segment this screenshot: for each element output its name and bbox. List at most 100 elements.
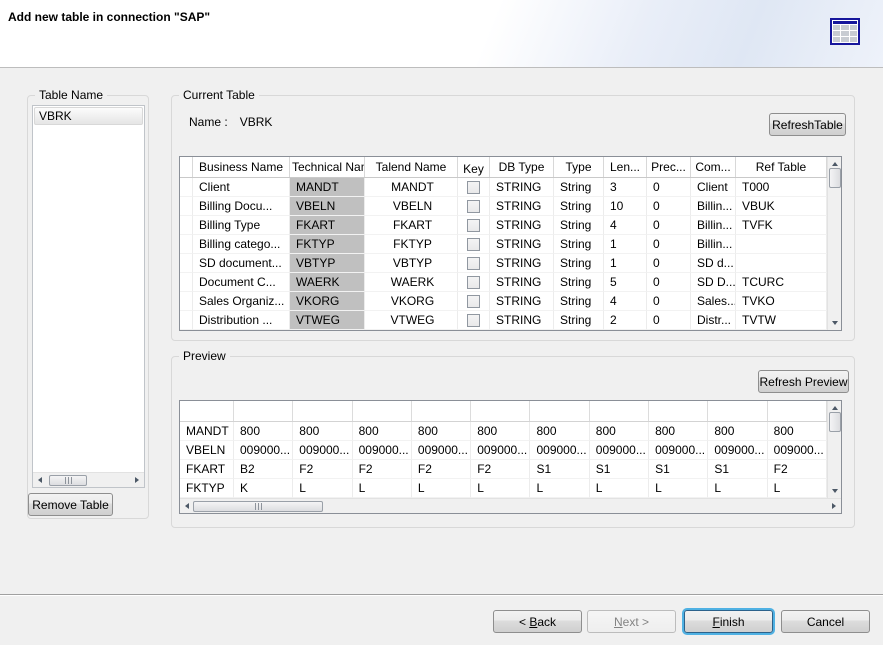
comment-cell: Sales...	[691, 292, 736, 311]
scroll-left-icon[interactable]	[38, 477, 42, 483]
preview-column-header	[590, 401, 649, 421]
column-header[interactable]: Talend Name	[365, 157, 458, 177]
scroll-left-icon[interactable]	[185, 503, 189, 509]
table-row[interactable]: ClientMANDTMANDTSTRINGString30ClientT000	[180, 178, 827, 197]
key-checkbox[interactable]	[467, 314, 480, 327]
preview-value-cell: L	[353, 479, 412, 498]
key-checkbox[interactable]	[467, 181, 480, 194]
scroll-up-icon[interactable]	[832, 162, 838, 166]
preview-row[interactable]: FKARTB2F2F2F2F2S1S1S1S1F2	[180, 460, 827, 479]
hscroll-thumb[interactable]	[49, 475, 87, 486]
column-header[interactable]: Com...	[691, 157, 736, 177]
comment-cell: Billin...	[691, 235, 736, 254]
list-item[interactable]: VBRK	[34, 107, 143, 125]
column-header[interactable]: Type	[554, 157, 604, 177]
preview-table-vscrollbar[interactable]	[827, 401, 841, 498]
preview-value-cell: 009000...	[768, 441, 827, 460]
scroll-down-icon[interactable]	[832, 489, 838, 493]
preview-value-cell: 800	[412, 422, 471, 441]
preview-column-header	[768, 401, 827, 421]
key-checkbox[interactable]	[467, 295, 480, 308]
table-name-list-hscrollbar[interactable]	[33, 472, 144, 487]
column-header[interactable]: Len...	[604, 157, 647, 177]
key-cell	[458, 235, 490, 254]
table-row[interactable]: Billing TypeFKARTFKARTSTRINGString40Bill…	[180, 216, 827, 235]
remove-table-button[interactable]: Remove Table	[28, 493, 113, 516]
row-header-cell	[180, 292, 193, 311]
length-cell: 4	[604, 216, 647, 235]
type-cell: String	[554, 178, 604, 197]
column-header[interactable]: Technical Name	[290, 157, 365, 177]
table-name-list[interactable]: VBRK	[32, 105, 145, 488]
preview-value-cell: 800	[471, 422, 530, 441]
column-header[interactable]: DB Type	[490, 157, 554, 177]
preview-field-name-cell: FKART	[180, 460, 234, 479]
row-header-cell	[180, 273, 193, 292]
business-name-cell: Document C...	[193, 273, 290, 292]
technical-name-cell: VBTYP	[290, 254, 365, 273]
key-checkbox[interactable]	[467, 276, 480, 289]
preview-value-cell: L	[530, 479, 589, 498]
preview-value-cell: 800	[353, 422, 412, 441]
preview-group-label: Preview	[179, 349, 230, 363]
row-header-cell	[180, 235, 193, 254]
preview-value-cell: 800	[234, 422, 293, 441]
table-row[interactable]: Sales Organiz...VKORGVKORGSTRINGString40…	[180, 292, 827, 311]
ref-table-cell: TVFK	[736, 216, 827, 235]
technical-name-cell: VTWEG	[290, 311, 365, 330]
preview-value-cell: 009000...	[590, 441, 649, 460]
column-header[interactable]: Business Name	[193, 157, 290, 177]
refresh-table-button[interactable]: RefreshTable	[769, 113, 846, 136]
wizard-header: Add new table in connection "SAP"	[0, 0, 883, 68]
column-header[interactable]: Ref Table	[736, 157, 827, 177]
scroll-right-icon[interactable]	[135, 477, 139, 483]
preview-table-header	[180, 401, 827, 422]
db-type-cell: STRING	[490, 273, 554, 292]
scroll-right-icon[interactable]	[832, 503, 836, 509]
preview-row[interactable]: FKTYPKLLLLLLLLL	[180, 479, 827, 498]
scroll-up-icon[interactable]	[832, 406, 838, 410]
vscroll-thumb[interactable]	[829, 412, 841, 432]
key-checkbox[interactable]	[467, 200, 480, 213]
table-row[interactable]: Billing catego...FKTYPFKTYPSTRINGString1…	[180, 235, 827, 254]
preview-value-cell: 009000...	[708, 441, 767, 460]
preview-value-cell: 009000...	[649, 441, 708, 460]
preview-table-hscrollbar[interactable]	[180, 498, 841, 513]
column-header[interactable]: Key	[458, 157, 490, 177]
type-cell: String	[554, 273, 604, 292]
comment-cell: Distr...	[691, 311, 736, 330]
back-button[interactable]: < Back	[493, 610, 582, 633]
vscroll-thumb[interactable]	[829, 168, 841, 188]
ref-table-cell: TVTW	[736, 311, 827, 330]
preview-field-name-cell: VBELN	[180, 441, 234, 460]
hscroll-thumb[interactable]	[193, 501, 323, 512]
finish-button[interactable]: Finish	[684, 610, 773, 633]
preview-value-cell: 009000...	[530, 441, 589, 460]
key-cell	[458, 197, 490, 216]
preview-row[interactable]: MANDT800800800800800800800800800800	[180, 422, 827, 441]
table-row[interactable]: SD document...VBTYPVBTYPSTRINGString10SD…	[180, 254, 827, 273]
talend-name-cell: VBTYP	[365, 254, 458, 273]
preview-field-name-cell: MANDT	[180, 422, 234, 441]
precision-cell: 0	[647, 197, 691, 216]
key-checkbox[interactable]	[467, 257, 480, 270]
preview-value-cell: S1	[708, 460, 767, 479]
preview-value-cell: L	[412, 479, 471, 498]
talend-name-cell: FKTYP	[365, 235, 458, 254]
type-cell: String	[554, 311, 604, 330]
schema-table-vscrollbar[interactable]	[827, 157, 841, 330]
table-row[interactable]: Billing Docu...VBELNVBELNSTRINGString100…	[180, 197, 827, 216]
preview-row[interactable]: VBELN009000...009000...009000...009000..…	[180, 441, 827, 460]
refresh-preview-button[interactable]: Refresh Preview	[758, 370, 849, 393]
preview-value-cell: 800	[708, 422, 767, 441]
key-checkbox[interactable]	[467, 219, 480, 232]
cancel-button[interactable]: Cancel	[781, 610, 870, 633]
table-row[interactable]: Document C...WAERKWAERKSTRINGString50SD …	[180, 273, 827, 292]
next-button[interactable]: Next >	[587, 610, 676, 633]
key-checkbox[interactable]	[467, 238, 480, 251]
scroll-down-icon[interactable]	[832, 321, 838, 325]
table-row[interactable]: Distribution ...VTWEGVTWEGSTRINGString20…	[180, 311, 827, 330]
db-type-cell: STRING	[490, 254, 554, 273]
ref-table-cell: VBUK	[736, 197, 827, 216]
column-header[interactable]: Prec...	[647, 157, 691, 177]
